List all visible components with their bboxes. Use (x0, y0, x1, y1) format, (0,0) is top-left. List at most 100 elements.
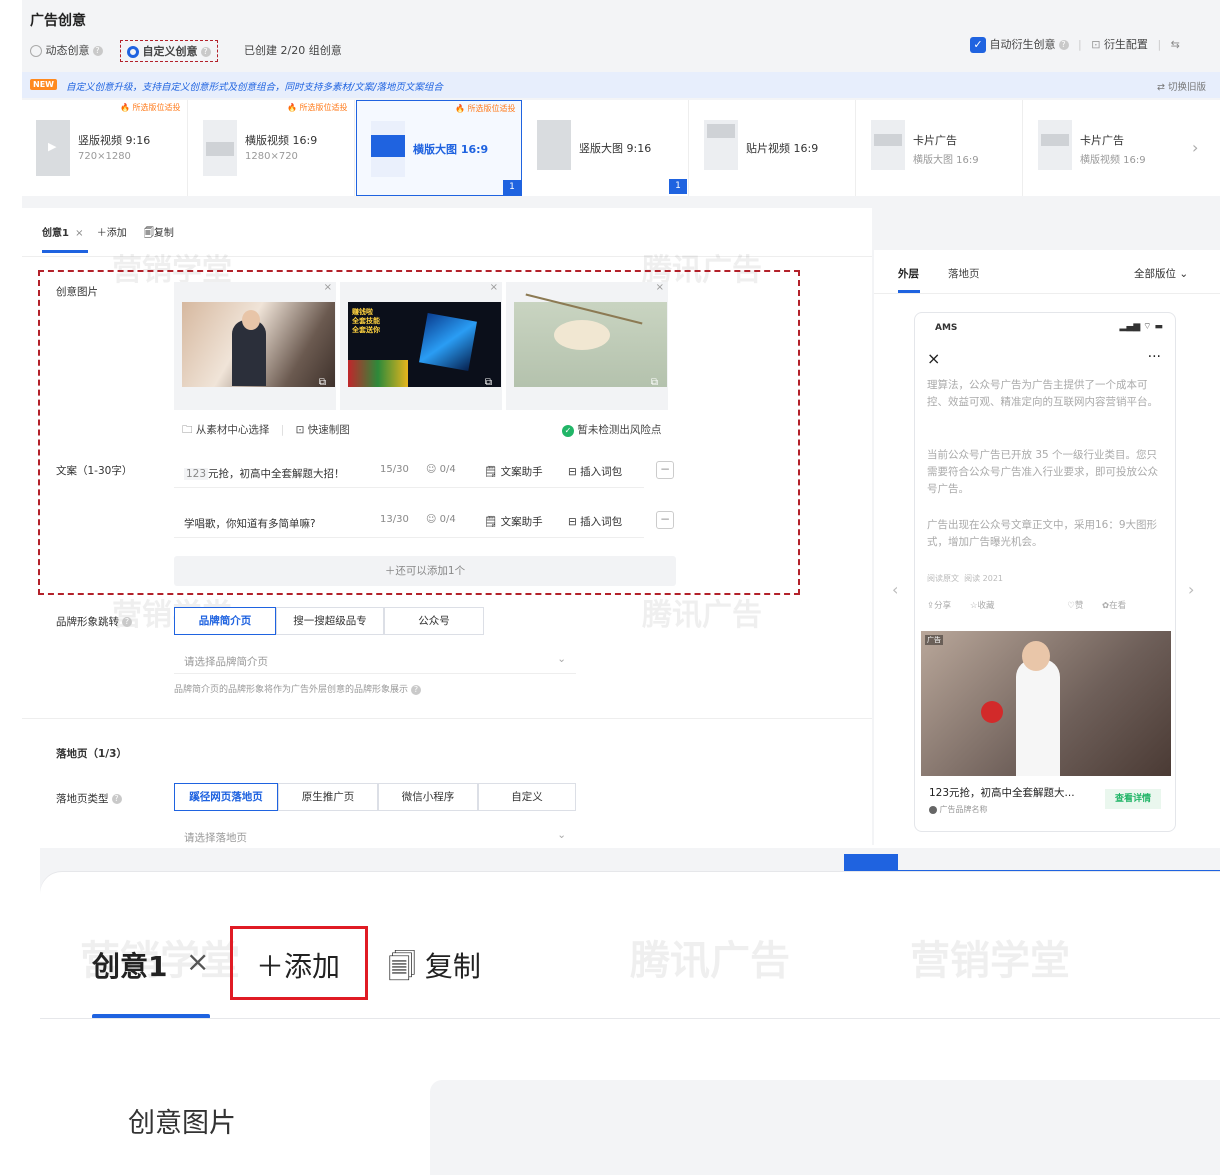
screenshot-full-editor: 广告创意 动态创意? 自定义创意? 已创建 2/20 组创意 ✓ 自动衍生创意?… (22, 0, 1220, 845)
highlight-frame (38, 270, 800, 595)
brand-page-placeholder: 请选择品牌简介页 (184, 656, 268, 668)
divider (874, 293, 1220, 294)
read-info: 阅读原文 阅读 2021 (927, 573, 1003, 584)
template-horizontal-video[interactable]: 🔥 所选版位适投 横版视频 16:9 1280×720 (189, 100, 355, 196)
ad-brand: 广告品牌名称 (929, 804, 988, 815)
chevron-right-icon[interactable]: › (1188, 580, 1194, 599)
mode-custom[interactable]: 自定义创意? (120, 40, 218, 62)
article-paragraph: 当前公众号广告已开放 35 个一级行业类目。您只需要符合公众号广告准入行业要求，… (927, 449, 1158, 495)
watching-button[interactable]: ✿在看 (1102, 601, 1126, 611)
creative-tabs: 创意1 × ＋添加 🗐复制 (42, 224, 174, 243)
like-button[interactable]: ♡赞 (1067, 601, 1083, 611)
divider (40, 1018, 1220, 1019)
like-label: 赞 (1074, 601, 1084, 611)
auto-derive-label: 自动衍生创意 (989, 38, 1056, 51)
landing-option[interactable]: 微信小程序 (378, 783, 478, 811)
template-patch-video[interactable]: 贴片视频 16:9 (690, 100, 856, 196)
share-label: 分享 (934, 601, 952, 611)
screenshot-zoomed-tabs: 营销学堂 腾讯广告 营销学堂 创意1 × ＋添加 🗐 复制 创意图片 (40, 848, 1220, 1175)
template-vertical-video[interactable]: 🔥 所选版位适投 ▶ 竖版视频 9:16 720×1280 (22, 100, 188, 196)
close-icon[interactable]: × (186, 945, 209, 978)
brand-page-select[interactable]: 请选择品牌简介页 ⌄ (174, 648, 576, 674)
upgrade-banner: NEW 自定义创意升级，支持自定义创意形式及创意组合，同时支持多素材/文案/落地… (22, 72, 1220, 98)
template-name: 贴片视频 16:9 (746, 142, 819, 155)
checkbox-checked-icon[interactable]: ✓ (970, 37, 986, 53)
mode-dynamic-label: 动态创意 (45, 44, 90, 57)
new-badge: NEW (30, 79, 57, 90)
close-icon[interactable]: × (927, 349, 940, 368)
image-upload-area[interactable] (430, 1080, 1220, 1175)
watermark: 腾讯广告 (642, 598, 762, 633)
add-creative-button[interactable]: ＋添加 (97, 228, 127, 239)
copy-creative-button[interactable]: 🗐复制 (144, 228, 174, 239)
copy-creative-button-zoom[interactable]: 🗐 复制 (388, 945, 481, 994)
tab-creative-1-zoom[interactable]: 创意1 (92, 945, 167, 985)
brand-hint-text: 品牌简介页的品牌形象将作为广告外层创意的品牌形象展示 (174, 685, 409, 695)
landing-page-placeholder: 请选择落地页 (184, 832, 247, 844)
template-vertical-image[interactable]: 竖版大图 9:16 1 (523, 100, 689, 196)
brand-hint: 品牌简介页的品牌形象将作为广告外层创意的品牌形象展示? (174, 682, 422, 695)
template-card-video[interactable]: 卡片广告 横版视频 16:9 (1024, 100, 1190, 196)
brand-option[interactable]: 品牌简介页 (174, 607, 276, 635)
derive-config-button[interactable]: 衍生配置 (1104, 38, 1148, 51)
landing-title: 落地页（1/3） (56, 748, 127, 760)
switch-old-version-link[interactable]: ⇄ 切换旧版 (1157, 79, 1206, 93)
position-select-label: 全部版位 (1134, 268, 1176, 280)
watching-label: 在看 (1109, 601, 1127, 611)
help-icon: ? (1058, 40, 1069, 50)
copy-icon: 🗐 (388, 950, 416, 983)
template-card-image[interactable]: 卡片广告 横版大图 16:9 (857, 100, 1023, 196)
template-size: 1280×720 (245, 151, 298, 162)
template-horizontal-image[interactable]: 🔥 所选版位适投 横版大图 16:9 1 (356, 100, 522, 196)
radio-dynamic[interactable] (30, 45, 42, 57)
active-tab-indicator (42, 250, 88, 253)
landing-option[interactable]: 自定义 (478, 783, 576, 811)
landing-option[interactable]: 原生推广页 (278, 783, 378, 811)
chevron-right-icon[interactable]: › (1192, 138, 1198, 157)
landing-type-text: 落地页类型 (56, 793, 109, 805)
switch-old-version-label: 切换旧版 (1167, 82, 1206, 93)
chevron-left-icon[interactable]: ‹ (892, 580, 898, 599)
video-thumbnail-icon: ▶ (36, 120, 70, 176)
landing-page-select[interactable]: 请选择落地页 ⌄ (174, 824, 576, 845)
share-button[interactable]: ⇪分享 (927, 601, 951, 611)
tab-landing[interactable]: 落地页 (948, 266, 980, 281)
brand-option[interactable]: 公众号 (384, 607, 484, 635)
add-creative-button-zoom[interactable]: ＋添加 (256, 945, 340, 985)
hot-label: 🔥 所选版位适投 (455, 104, 516, 113)
selected-count-badge: 1 (503, 180, 521, 195)
tab-creative-1[interactable]: 创意1 (42, 228, 69, 239)
tab-outer[interactable]: 外层 (898, 266, 919, 281)
brand-option[interactable]: 搜一搜超级品专 (276, 607, 384, 635)
derive-config-icon: ⊡ (1091, 38, 1101, 51)
selected-count-badge: 1 (669, 179, 687, 194)
landing-option[interactable]: 蹊径网页落地页 (174, 783, 278, 811)
auto-derive-toggle[interactable]: ✓ 自动衍生创意? | ⊡ 衍生配置 | ⇆ (970, 36, 1180, 53)
position-select[interactable]: 全部版位 ⌄ (1134, 266, 1188, 281)
help-icon: ? (111, 794, 122, 804)
settings-icon[interactable]: ⇆ (1171, 38, 1180, 51)
mode-custom-label: 自定义创意 (142, 45, 198, 58)
article-paragraph: 广告出现在公众号文章正文中，采用16：9大图形式，增加广告曝光机会。 (927, 519, 1158, 548)
template-name: 卡片广告 (913, 134, 957, 147)
ad-cta-button[interactable]: 查看详情 (1105, 789, 1161, 809)
radio-custom[interactable] (127, 46, 139, 58)
template-name: 卡片广告 (1080, 134, 1124, 147)
template-name: 横版大图 16:9 (413, 143, 489, 156)
collect-button[interactable]: ☆收藏 (970, 601, 995, 611)
mode-dynamic[interactable]: 动态创意? (30, 42, 103, 58)
close-icon[interactable]: × (75, 228, 83, 239)
chevron-down-icon: ⌄ (557, 829, 566, 841)
hot-label: 🔥 所选版位适投 (287, 103, 348, 112)
ad-brand-name: 广告品牌名称 (939, 805, 988, 814)
hot-label-text: 所选版位适投 (467, 104, 516, 113)
image-thumbnail-icon (537, 120, 571, 170)
copy-icon: 🗐 (143, 228, 154, 239)
ad-tag: 广告 (925, 635, 943, 645)
hot-label: 🔥 所选版位适投 (120, 103, 181, 112)
video-thumbnail-icon (203, 120, 237, 176)
chevron-down-icon: ⌄ (557, 653, 566, 665)
more-icon[interactable]: ··· (1148, 349, 1161, 365)
landing-type-label: 落地页类型? (56, 791, 122, 806)
ad-image: 广告 (921, 631, 1171, 776)
